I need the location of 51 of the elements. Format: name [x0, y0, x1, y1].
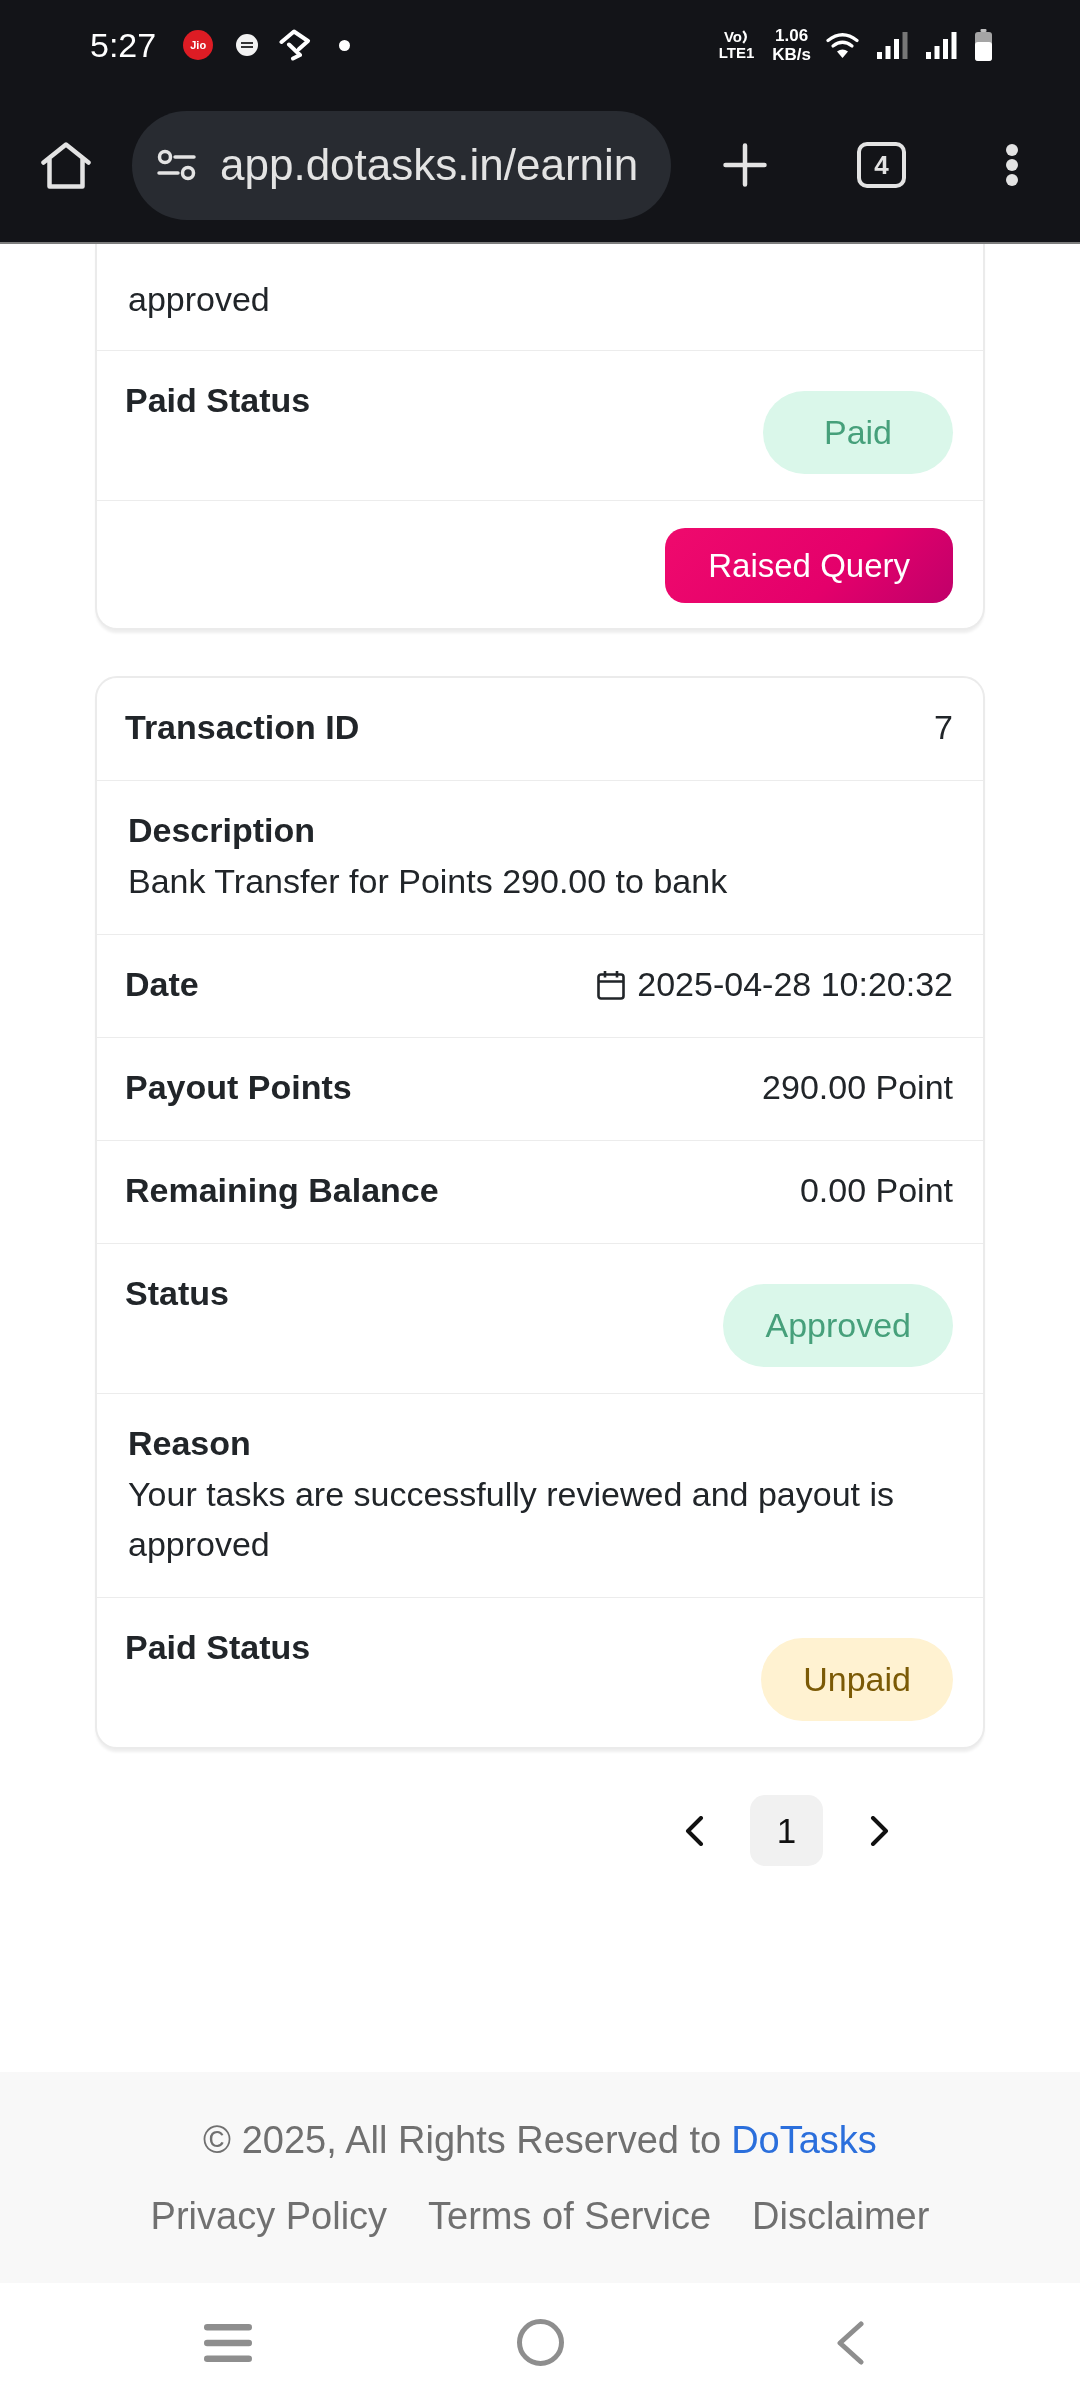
footer-link[interactable]: Privacy Policy — [150, 2188, 388, 2244]
field-label: Status — [125, 1273, 229, 1314]
address-bar[interactable]: app.dotasks.in/earnin — [132, 110, 671, 220]
field-value: 0.00 Point — [799, 1170, 953, 1211]
raised-query-button[interactable]: Raised Query — [665, 528, 953, 603]
footer-link[interactable]: Disclaimer — [752, 2188, 930, 2244]
volte-label: Vo — [723, 29, 742, 45]
signal-icon — [877, 31, 908, 59]
copyright-text: © 2025, All Rights Reserved to DoTasks — [202, 2118, 878, 2163]
field-label: Payout Points — [125, 1067, 352, 1108]
status-badge: Paid — [763, 391, 953, 474]
brand-link[interactable]: DoTasks — [731, 2119, 877, 2161]
status-badge: Approved — [723, 1284, 953, 1367]
more-icon[interactable] — [1005, 143, 1019, 187]
net-speed-value: 1.06 — [775, 26, 809, 45]
clock-time: 5:27 — [90, 25, 157, 65]
carrier-logo: Jio — [183, 30, 214, 60]
footer-link[interactable]: Terms of Service — [428, 2188, 712, 2244]
signal-icon — [926, 31, 957, 59]
chevron-right-icon[interactable] — [870, 1815, 890, 1846]
field-value: 7 — [934, 707, 953, 748]
calendar-icon — [597, 969, 626, 1000]
notification-dot-icon — [339, 39, 351, 51]
field-label: Paid Status — [125, 1627, 311, 1668]
plus-icon[interactable] — [723, 143, 767, 187]
chevron-left-icon[interactable] — [684, 1815, 704, 1846]
field-value: Bank Transfer for Points 290.00 to bank — [128, 861, 729, 902]
site-settings-icon[interactable] — [157, 149, 196, 181]
back-icon[interactable] — [836, 2320, 864, 2365]
field-value: 290.00 Point — [762, 1067, 953, 1108]
round-app-icon — [236, 34, 259, 56]
field-label: Reason — [128, 1423, 252, 1464]
home-circle-icon[interactable] — [517, 2319, 564, 2366]
field-label: Description — [128, 810, 317, 851]
page-button[interactable]: 1 — [750, 1795, 823, 1866]
field-label: Remaining Balance — [125, 1170, 439, 1211]
field-value: Your tasks are successfully reviewed and payout is approved — [128, 1474, 896, 1565]
field-label: Transaction ID — [125, 707, 360, 748]
field-value: approved — [128, 279, 271, 320]
battery-icon — [975, 29, 992, 61]
recent-apps-icon[interactable] — [204, 2323, 252, 2362]
signal-waves-icon — [742, 30, 749, 44]
wifi-icon — [826, 31, 859, 59]
status-badge: Unpaid — [761, 1638, 953, 1721]
field-value: 2025-04-28 10:20:32 — [637, 964, 953, 1005]
field-label: Date — [125, 964, 199, 1005]
network-type-label: LTE1 — [718, 45, 755, 61]
home-icon[interactable] — [41, 141, 91, 189]
tab-switcher-button[interactable]: 4 — [857, 142, 906, 188]
field-label: Paid Status — [125, 380, 311, 421]
net-speed-unit: KB/s — [772, 45, 811, 64]
